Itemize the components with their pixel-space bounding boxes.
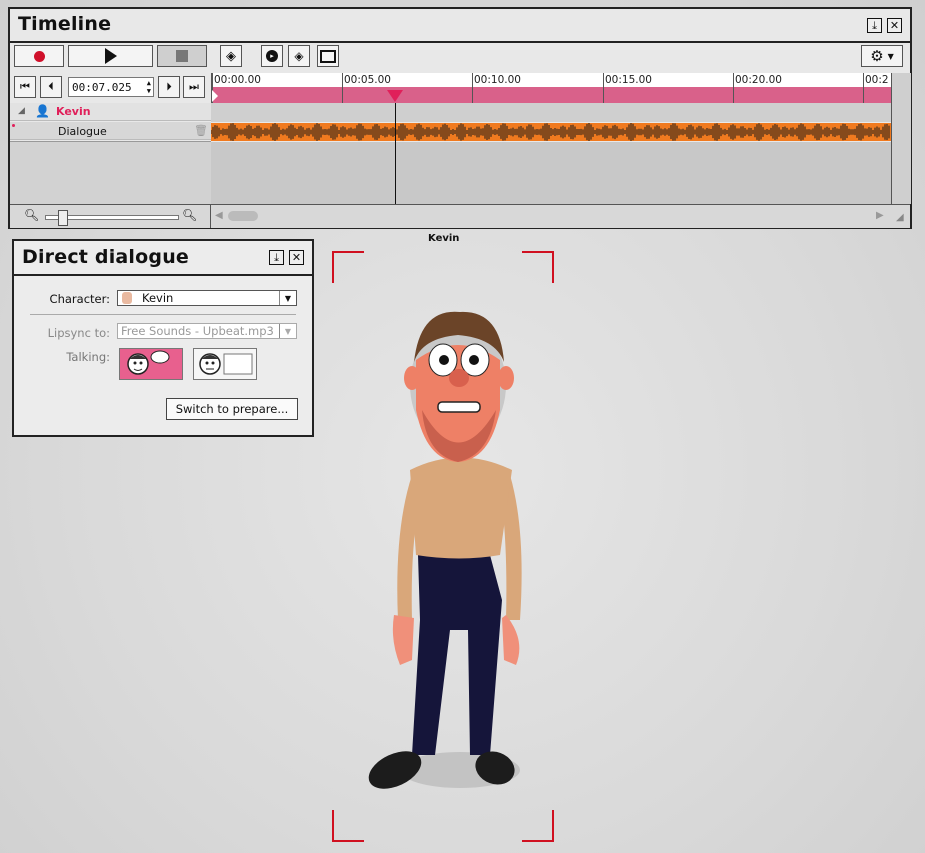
character-value: Kevin: [142, 291, 174, 305]
ruler-label: 00:2: [865, 74, 889, 86]
kevin-character[interactable]: [350, 300, 550, 810]
time-value: 00:07.025: [72, 80, 132, 94]
play-button[interactable]: [68, 45, 153, 67]
skip-end-icon: ⏭: [189, 80, 199, 93]
track-name: Kevin: [56, 105, 91, 118]
stop-icon: [176, 50, 188, 62]
close-button[interactable]: ✕: [289, 250, 304, 265]
timeline-footer: 🔍︎ 🔍︎ ◀ ▶ ◢: [10, 204, 910, 228]
vertical-scroll-strip[interactable]: [891, 73, 911, 204]
close-icon: ✕: [291, 251, 302, 264]
motion-icon: ▸: [266, 50, 278, 62]
lipsync-value: Free Sounds - Upbeat.mp3: [121, 324, 274, 338]
track-kevin[interactable]: ◢ 👤 Kevin: [10, 103, 211, 121]
ruler-label: 00:00.00: [214, 74, 261, 86]
zoom-slider[interactable]: [45, 210, 179, 226]
record-dot-icon: [12, 124, 15, 127]
spinner-icon[interactable]: ▲ ▼: [147, 79, 151, 95]
ruler-range: [212, 87, 892, 103]
pin-button[interactable]: ⤓: [867, 18, 882, 33]
collapse-icon[interactable]: ◢: [18, 106, 25, 116]
scroll-right-icon[interactable]: ▶: [876, 210, 884, 221]
ruler-label: 00:10.00: [474, 74, 521, 86]
talking-face-icon: [127, 350, 170, 375]
go-to-end-button[interactable]: ⏭: [183, 76, 205, 98]
frame-corner-br: [522, 810, 554, 842]
chevron-down-icon: ▼: [279, 291, 296, 305]
waveform-graphic: [211, 123, 890, 141]
silent-face-icon: [199, 353, 253, 375]
step-forward-icon: ⏵: [166, 80, 172, 93]
play-icon: [104, 48, 117, 64]
pin-button[interactable]: ⤓: [269, 250, 284, 265]
screen-button[interactable]: [317, 45, 339, 67]
switch-to-prepare-button[interactable]: Switch to prepare...: [166, 398, 298, 420]
time-input[interactable]: 00:07.025 ▲ ▼: [68, 77, 154, 97]
diamond-icon: ◈: [294, 49, 304, 63]
playhead-line: [395, 103, 396, 204]
character-select[interactable]: Kevin ▼: [117, 290, 297, 306]
ruler-label: 00:15.00: [605, 74, 652, 86]
screen-icon: [320, 49, 336, 63]
close-button[interactable]: ✕: [887, 18, 902, 33]
dialogue-title: Direct dialogue: [22, 246, 190, 268]
ruler-label: 00:05.00: [344, 74, 391, 86]
track-dialogue[interactable]: Dialogue 🗑: [10, 122, 211, 140]
audio-waveform[interactable]: [211, 123, 891, 141]
timeline-empty-area: [211, 142, 891, 204]
resize-grip-icon[interactable]: ◢: [896, 212, 904, 223]
key-diamond-button[interactable]: ◈: [288, 45, 310, 67]
time-ruler[interactable]: 00:00.00 00:05.00 00:10.00 00:15.00 00:2…: [211, 73, 892, 103]
settings-dropdown[interactable]: ⚙ ▼: [861, 45, 903, 67]
frame-corner-tr: [522, 251, 554, 283]
start-marker-icon: [212, 90, 218, 102]
keyframe-icon: ◈: [226, 48, 236, 64]
person-icon: 👤: [35, 104, 50, 118]
sub-track-name: Dialogue: [58, 125, 107, 138]
pin-icon: ⤓: [872, 19, 877, 32]
lipsync-label: Lipsync to:: [47, 326, 110, 340]
chevron-down-icon: ▼: [887, 51, 894, 61]
prev-frame-button[interactable]: ⏴: [40, 76, 62, 98]
close-icon: ✕: [889, 19, 900, 32]
scroll-left-icon[interactable]: ◀: [215, 210, 223, 221]
go-to-start-button[interactable]: ⏮: [14, 76, 36, 98]
character-avatar-icon: [122, 292, 132, 304]
timeline-title: Timeline: [18, 13, 112, 35]
step-back-icon: ⏴: [48, 80, 54, 93]
talking-label: Talking:: [66, 350, 110, 364]
lipsync-select[interactable]: Free Sounds - Upbeat.mp3 ▼: [117, 323, 297, 339]
chevron-down-icon: ▼: [279, 324, 296, 338]
playhead-icon[interactable]: [387, 90, 403, 102]
ruler-label: 00:20.00: [735, 74, 782, 86]
horizontal-scroll-thumb[interactable]: [228, 211, 258, 221]
frame-corner-tl: [332, 251, 364, 283]
motion-button[interactable]: ▸: [261, 45, 283, 67]
keyframe-button[interactable]: ◈: [220, 45, 242, 67]
character-tag: Kevin: [428, 233, 460, 244]
talking-off-button[interactable]: [193, 348, 257, 380]
character-label: Character:: [49, 292, 110, 306]
zoom-out-icon[interactable]: 🔍︎: [24, 208, 39, 222]
zoom-in-icon[interactable]: 🔍︎: [182, 208, 197, 222]
zoom-slider-handle[interactable]: [58, 210, 68, 226]
talking-on-button[interactable]: [119, 348, 183, 380]
timeline-panel: Timeline ⤓ ✕ ◈ ▸ ◈ ⚙ ▼ ⏮ ⏴ 00:07.025 ▲ ▼ …: [8, 7, 912, 229]
record-icon: [33, 50, 45, 62]
pin-icon: ⤓: [274, 251, 279, 264]
next-frame-button[interactable]: ⏵: [158, 76, 180, 98]
trash-icon[interactable]: 🗑: [194, 124, 208, 137]
record-button[interactable]: [14, 45, 64, 67]
gear-icon: ⚙: [870, 47, 884, 65]
direct-dialogue-panel: Direct dialogue ⤓ ✕ Character: Kevin ▼ L…: [12, 239, 314, 437]
stop-button[interactable]: [157, 45, 207, 67]
skip-start-icon: ⏮: [20, 80, 30, 93]
frame-corner-bl: [332, 810, 364, 842]
